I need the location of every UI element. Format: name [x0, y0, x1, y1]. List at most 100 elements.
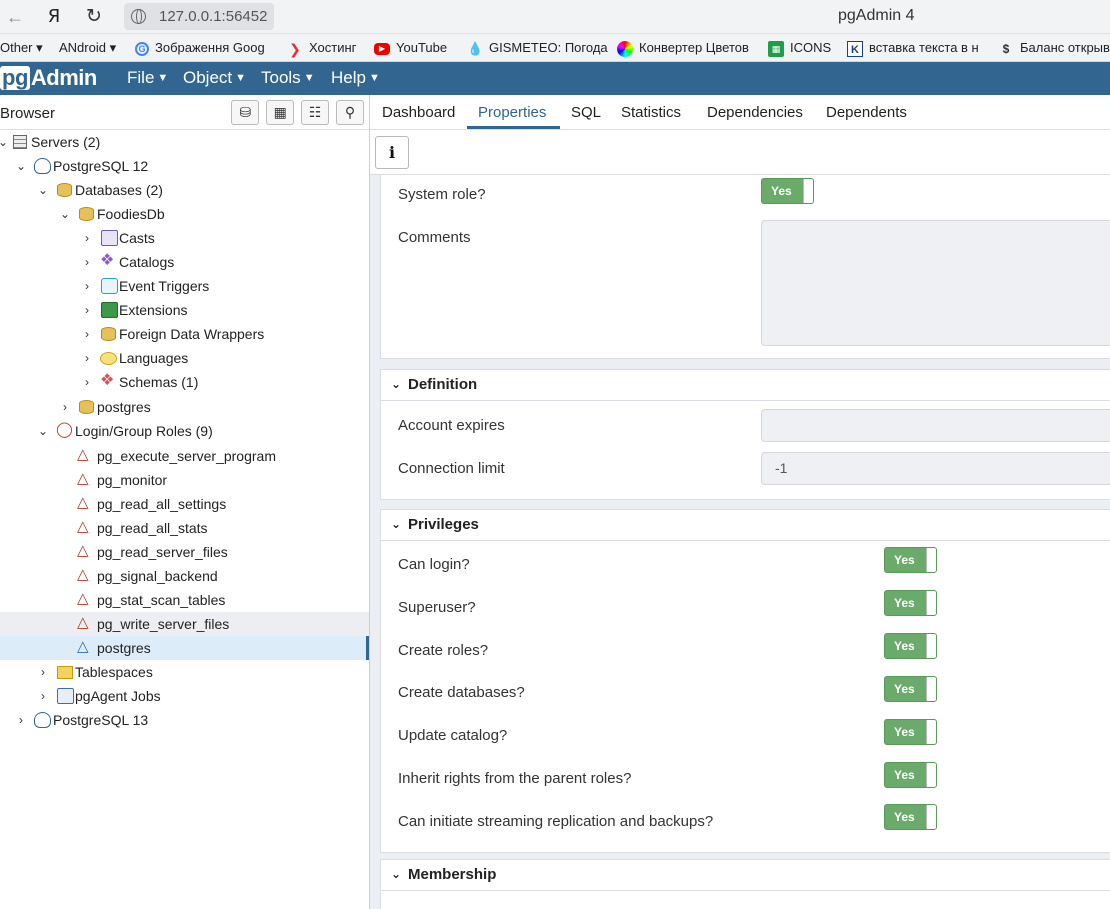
chevron-right-icon[interactable]: ›	[36, 684, 50, 708]
tree-item-role-postgres[interactable]: △ postgres	[0, 636, 369, 660]
update-catalog-toggle[interactable]: Yes	[884, 719, 937, 745]
tree-item-label: Schemas (1)	[119, 374, 199, 390]
menu-file[interactable]: File ▼	[127, 68, 168, 88]
create-roles-toggle[interactable]: Yes	[884, 633, 937, 659]
group-role-icon: △	[77, 590, 89, 607]
chevron-right-icon[interactable]: ›	[80, 250, 94, 274]
group-role-icon: △	[77, 446, 89, 463]
chevron-right-icon[interactable]: ›	[36, 660, 50, 684]
group-role-icon: △	[77, 518, 89, 535]
chevron-right-icon[interactable]: ›	[80, 322, 94, 346]
tree-item-servers[interactable]: ⌄ Servers (2)	[0, 130, 369, 154]
tree-item-event-triggers[interactable]: › Event Triggers	[0, 274, 369, 298]
membership-header[interactable]: ⌄ Membership	[381, 860, 1110, 891]
tree-item-tablespaces[interactable]: › Tablespaces	[0, 660, 369, 684]
tree-item-pgagent-jobs[interactable]: › pgAgent Jobs	[0, 684, 369, 708]
yandex-icon[interactable]: Я	[42, 6, 66, 28]
chevron-right-icon[interactable]: ›	[80, 226, 94, 250]
bookmark-icons[interactable]: ▦ ICONS	[768, 39, 831, 57]
system-role-toggle[interactable]: Yes	[761, 178, 814, 204]
tree-item-login-group-roles[interactable]: ⌄ ◯ Login/Group Roles (9)	[0, 419, 369, 443]
tree-item-label: FoodiesDb	[97, 206, 165, 222]
tab-properties[interactable]: Properties	[478, 104, 546, 121]
tree-item-databases[interactable]: ⌄ Databases (2)	[0, 178, 369, 202]
bookmark-android[interactable]: ANdroid ▾	[59, 39, 116, 57]
tree-item-role[interactable]: △ pg_execute_server_program	[0, 444, 369, 468]
menu-help[interactable]: Help ▼	[331, 68, 380, 88]
chevron-right-icon[interactable]: ›	[80, 274, 94, 298]
bookmark-google-images[interactable]: G Зображення Goog	[135, 39, 265, 57]
reload-icon[interactable]: ↻	[82, 6, 106, 28]
filter-rows-icon[interactable]: ☷	[301, 100, 330, 125]
toggle-text: Yes	[894, 768, 915, 782]
tree-item-postgres-db[interactable]: › postgres	[0, 395, 369, 419]
create-roles-label: Create roles?	[398, 642, 489, 659]
tree-item-role[interactable]: △ pg_write_server_files	[0, 612, 369, 636]
tab-dependencies[interactable]: Dependencies	[707, 104, 803, 121]
tree-item-role[interactable]: △ pg_signal_backend	[0, 564, 369, 588]
menu-tools[interactable]: Tools ▼	[261, 68, 315, 88]
tree-item-role[interactable]: △ pg_read_all_settings	[0, 492, 369, 516]
comments-field[interactable]	[761, 220, 1110, 346]
bookmark-color-converter[interactable]: Конвертер Цветов	[617, 39, 749, 57]
chevron-right-icon[interactable]: ›	[80, 298, 94, 322]
chevron-right-icon[interactable]: ›	[14, 708, 28, 732]
tab-dependents[interactable]: Dependents	[826, 104, 907, 121]
chevron-down-icon[interactable]: ⌄	[0, 130, 10, 154]
can-login-toggle[interactable]: Yes	[884, 547, 937, 573]
tree-item-label: Tablespaces	[75, 664, 153, 680]
connection-limit-field[interactable]: -1	[761, 452, 1110, 485]
tree-item-postgresql-13[interactable]: › PostgreSQL 13	[0, 708, 369, 732]
tree-item-schemas[interactable]: › ❖ Schemas (1)	[0, 370, 369, 394]
general-card: System role? Yes Comments	[380, 175, 1110, 359]
bookmark-hosting[interactable]: ❯ Хостинг	[287, 39, 356, 57]
chevron-down-icon[interactable]: ⌄	[36, 178, 50, 202]
chevron-right-icon[interactable]: ›	[80, 346, 94, 370]
chevron-right-icon[interactable]: ›	[80, 370, 94, 394]
account-expires-label: Account expires	[398, 417, 505, 434]
bookmark-youtube[interactable]: ▶ YouTube	[374, 39, 447, 57]
tree-item-casts[interactable]: › Casts	[0, 226, 369, 250]
chevron-down-icon[interactable]: ⌄	[14, 154, 28, 178]
replication-toggle[interactable]: Yes	[884, 804, 937, 830]
tree-item-catalogs[interactable]: › ❖ Catalogs	[0, 250, 369, 274]
tree-item-label: postgres	[97, 399, 151, 415]
tree-item-extensions[interactable]: › Extensions	[0, 298, 369, 322]
toggle-text: Yes	[894, 725, 915, 739]
chevron-down-icon[interactable]: ⌄	[36, 419, 50, 443]
tree-item-languages[interactable]: › Languages	[0, 346, 369, 370]
update-catalog-label: Update catalog?	[398, 727, 508, 744]
chevron-down-icon[interactable]: ⌄	[58, 202, 72, 226]
bookmark-label: YouTube	[396, 40, 448, 55]
tree-item-role[interactable]: △ pg_stat_scan_tables	[0, 588, 369, 612]
query-tool-icon[interactable]: ⛁	[231, 100, 260, 125]
tree-item-foodiesdb[interactable]: ⌄ FoodiesDb	[0, 202, 369, 226]
database-icon	[79, 400, 94, 414]
tree-item-role[interactable]: △ pg_read_server_files	[0, 540, 369, 564]
info-button[interactable]: i	[375, 136, 409, 169]
privileges-header[interactable]: ⌄ Privileges	[381, 510, 1110, 541]
tab-dashboard[interactable]: Dashboard	[382, 104, 455, 121]
superuser-toggle[interactable]: Yes	[884, 590, 937, 616]
tree-item-foreign-data-wrappers[interactable]: › Foreign Data Wrappers	[0, 322, 369, 346]
search-icon[interactable]: ⚲	[336, 100, 364, 125]
chevron-right-icon[interactable]: ›	[58, 395, 72, 419]
view-data-icon[interactable]: ▦	[266, 100, 295, 125]
create-databases-toggle[interactable]: Yes	[884, 676, 937, 702]
menu-object[interactable]: Object ▼	[183, 68, 246, 88]
bookmark-other[interactable]: Other ▾	[0, 39, 43, 57]
tab-statistics[interactable]: Statistics	[621, 104, 681, 121]
definition-header[interactable]: ⌄ Definition	[381, 370, 1110, 401]
inherit-rights-toggle[interactable]: Yes	[884, 762, 937, 788]
window-title: pgAdmin 4	[838, 7, 915, 24]
tree-item-role[interactable]: △ pg_read_all_stats	[0, 516, 369, 540]
tree-item-postgresql-12[interactable]: ⌄ PostgreSQL 12	[0, 154, 369, 178]
bookmark-text-insert[interactable]: Kвставка текста в н	[847, 39, 979, 57]
tab-sql[interactable]: SQL	[571, 104, 601, 121]
address-bar[interactable]: 127.0.0.1:56452	[124, 3, 274, 30]
bookmark-gismeteo[interactable]: 💧 GISMETEO: Погода	[467, 39, 608, 57]
back-arrow-icon[interactable]: ←	[3, 6, 27, 28]
tree-item-role[interactable]: △ pg_monitor	[0, 468, 369, 492]
account-expires-field[interactable]	[761, 409, 1110, 442]
bookmark-balance[interactable]: $ Баланс открыв	[998, 39, 1110, 57]
